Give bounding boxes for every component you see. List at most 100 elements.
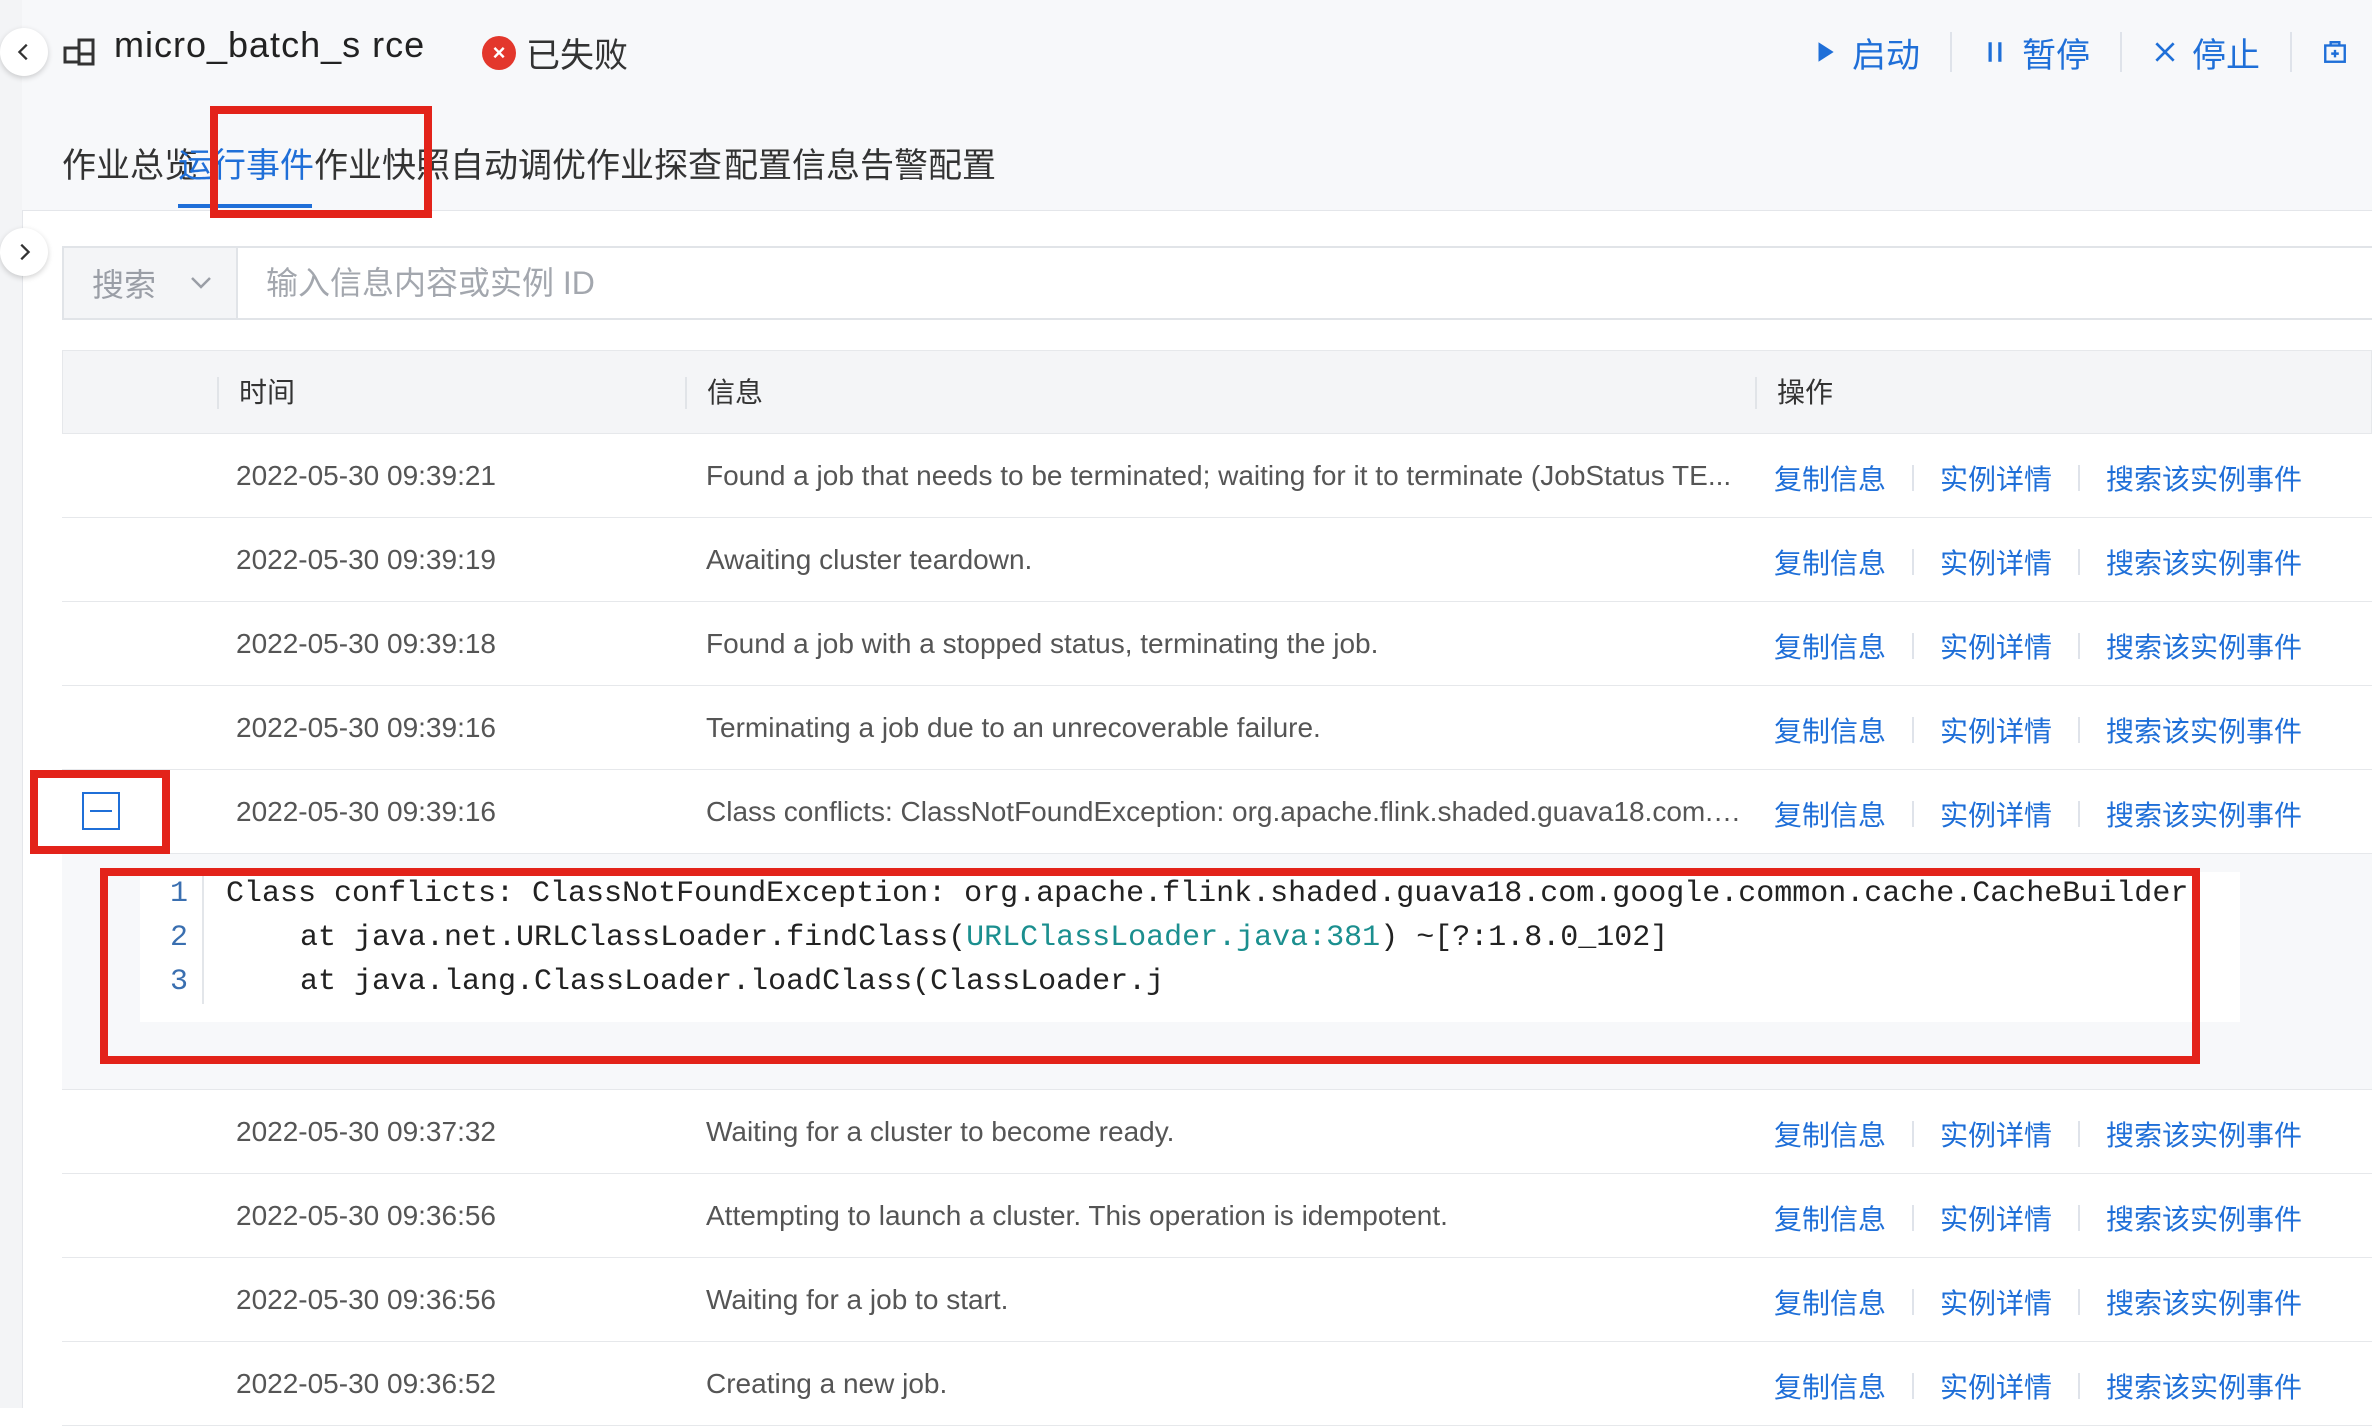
search-instance-events-link[interactable]: 搜索该实例事件 xyxy=(2106,1366,2302,1406)
search-instance-events-link[interactable]: 搜索该实例事件 xyxy=(2106,794,2302,834)
copy-info-link[interactable]: 复制信息 xyxy=(1774,542,1886,582)
copy-info-link[interactable]: 复制信息 xyxy=(1774,1198,1886,1238)
line-text-prefix: at java.net.URLClassLoader.findClass( xyxy=(300,921,967,955)
job-status: × 已失败 xyxy=(482,28,628,77)
table-row: 2022-05-30 09:39:21 Found a job that nee… xyxy=(62,434,2372,518)
search-instance-events-link[interactable]: 搜索该实例事件 xyxy=(2106,1114,2302,1154)
instance-details-link[interactable]: 实例详情 xyxy=(1940,1198,2052,1238)
line-text-suffix: ) ~[?:1.8.0_102] xyxy=(1380,921,1669,955)
copy-info-link[interactable]: 复制信息 xyxy=(1774,1114,1886,1154)
instance-details-link[interactable]: 实例详情 xyxy=(1940,1366,2052,1406)
export-button[interactable] xyxy=(2292,32,2372,72)
search-instance-events-link[interactable]: 搜索该实例事件 xyxy=(2106,1282,2302,1322)
event-info: Class conflicts: ClassNotFoundException:… xyxy=(706,796,1746,827)
tab-configuration[interactable]: 配置信息 xyxy=(724,138,860,187)
tab-auto-tuning[interactable]: 自动调优 xyxy=(450,138,586,187)
tab-run-events[interactable]: 运行事件 xyxy=(178,138,314,187)
minus-icon xyxy=(90,810,112,812)
stop-label: 停止 xyxy=(2192,36,2260,75)
table-row: 2022-05-30 09:39:18 Found a job with a s… xyxy=(62,602,2372,686)
search-instance-events-link[interactable]: 搜索该实例事件 xyxy=(2106,710,2302,750)
search-type-select[interactable]: 搜索 xyxy=(64,248,238,318)
event-info: Found a job with a stopped status, termi… xyxy=(706,628,1379,659)
events-table: 时间 信息 操作 2022-05-30 09:39:21 Found a job… xyxy=(62,350,2372,1426)
event-info: Terminating a job due to an unrecoverabl… xyxy=(706,712,1321,743)
instance-details-link[interactable]: 实例详情 xyxy=(1940,794,2052,834)
start-label: 启动 xyxy=(1852,36,1920,75)
event-time: 2022-05-30 09:39:21 xyxy=(236,460,496,491)
line-text: at java.lang.ClassLoader.loadClass(Class… xyxy=(300,965,1165,999)
back-button[interactable] xyxy=(0,28,48,76)
pause-icon xyxy=(1988,42,2002,62)
error-stack-trace: 1 Class conflicts: ClassNotFoundExceptio… xyxy=(140,872,2240,1022)
search-instance-events-link[interactable]: 搜索该实例事件 xyxy=(2106,458,2302,498)
search-instance-events-link[interactable]: 搜索该实例事件 xyxy=(2106,1198,2302,1238)
column-time: 时间 xyxy=(217,377,295,409)
line-number: 2 xyxy=(169,921,188,955)
row-operations: 复制信息 实例详情 搜索该实例事件 xyxy=(1774,542,2302,582)
status-text: 已失败 xyxy=(526,37,628,75)
copy-info-link[interactable]: 复制信息 xyxy=(1774,458,1886,498)
instance-details-link[interactable]: 实例详情 xyxy=(1940,626,2052,666)
collapse-row-button[interactable] xyxy=(82,792,120,830)
code-line: 3 at java.lang.ClassLoader.loadClass(Cla… xyxy=(140,960,2240,1004)
row-operations: 复制信息 实例详情 搜索该实例事件 xyxy=(1774,1198,2302,1238)
line-text: at java.net.URLClassLoader.findClass(URL… xyxy=(300,916,1668,960)
stop-button[interactable]: 停止 xyxy=(2122,32,2292,75)
failed-icon: × xyxy=(482,35,516,70)
event-time: 2022-05-30 09:39:19 xyxy=(236,544,496,575)
column-operations: 操作 xyxy=(1755,377,1833,409)
event-time: 2022-05-30 09:36:56 xyxy=(236,1200,496,1231)
chevron-down-icon xyxy=(191,277,211,289)
left-rail xyxy=(0,0,23,1408)
copy-info-link[interactable]: 复制信息 xyxy=(1774,794,1886,834)
event-detail-panel: 1 Class conflicts: ClassNotFoundExceptio… xyxy=(62,854,2372,1090)
row-operations: 复制信息 实例详情 搜索该实例事件 xyxy=(1774,794,2302,834)
line-number: 1 xyxy=(169,877,188,911)
row-operations: 复制信息 实例详情 搜索该实例事件 xyxy=(1774,626,2302,666)
search-type-label: 搜索 xyxy=(92,267,157,303)
row-operations: 复制信息 实例详情 搜索该实例事件 xyxy=(1774,1114,2302,1154)
event-info: Attempting to launch a cluster. This ope… xyxy=(706,1200,1448,1231)
expand-sidebar-button[interactable] xyxy=(0,228,48,276)
event-info: Creating a new job. xyxy=(706,1368,948,1399)
copy-info-link[interactable]: 复制信息 xyxy=(1774,1366,1886,1406)
tab-snapshots[interactable]: 作业快照 xyxy=(314,138,450,187)
tab-alert-config[interactable]: 告警配置 xyxy=(860,138,996,187)
table-row: 2022-05-30 09:37:32 Waiting for a cluste… xyxy=(62,1090,2372,1174)
copy-info-link[interactable]: 复制信息 xyxy=(1774,626,1886,666)
instance-details-link[interactable]: 实例详情 xyxy=(1940,1114,2052,1154)
search-input[interactable] xyxy=(240,248,2340,318)
event-info: Awaiting cluster teardown. xyxy=(706,544,1033,575)
job-icon xyxy=(63,38,95,66)
copy-info-link[interactable]: 复制信息 xyxy=(1774,1282,1886,1322)
table-row-expanded: 2022-05-30 09:39:16 Class conflicts: Cla… xyxy=(62,770,2372,854)
copy-info-link[interactable]: 复制信息 xyxy=(1774,710,1886,750)
pause-button[interactable]: 暂停 xyxy=(1952,32,2122,75)
tab-job-diagnosis[interactable]: 作业探查 xyxy=(586,138,722,187)
event-time: 2022-05-30 09:37:32 xyxy=(236,1116,496,1147)
instance-details-link[interactable]: 实例详情 xyxy=(1940,542,2052,582)
column-info: 信息 xyxy=(685,377,763,409)
event-time: 2022-05-30 09:39:16 xyxy=(236,712,496,743)
instance-details-link[interactable]: 实例详情 xyxy=(1940,710,2052,750)
pause-label: 暂停 xyxy=(2022,36,2090,75)
table-row: 2022-05-30 09:36:52 Creating a new job. … xyxy=(62,1342,2372,1426)
source-ref-link: URLClassLoader.java:381 xyxy=(966,921,1381,955)
event-time: 2022-05-30 09:39:18 xyxy=(236,628,496,659)
search-instance-events-link[interactable]: 搜索该实例事件 xyxy=(2106,626,2302,666)
row-operations: 复制信息 实例详情 搜索该实例事件 xyxy=(1774,458,2302,498)
row-operations: 复制信息 实例详情 搜索该实例事件 xyxy=(1774,1282,2302,1322)
search-instance-events-link[interactable]: 搜索该实例事件 xyxy=(2106,542,2302,582)
row-operations: 复制信息 实例详情 搜索该实例事件 xyxy=(1774,710,2302,750)
event-time: 2022-05-30 09:39:16 xyxy=(236,796,496,827)
tab-bar: 作业总览 运行事件 作业快照 自动调优 作业探查 配置信息 告警配置 xyxy=(22,104,2372,211)
start-button[interactable]: 启动 xyxy=(1782,32,1952,75)
table-header: 时间 信息 操作 xyxy=(62,350,2372,434)
event-time: 2022-05-30 09:36:56 xyxy=(236,1284,496,1315)
instance-details-link[interactable]: 实例详情 xyxy=(1940,458,2052,498)
export-icon xyxy=(2324,41,2346,63)
instance-details-link[interactable]: 实例详情 xyxy=(1940,1282,2052,1322)
line-text: Class conflicts: ClassNotFoundException:… xyxy=(226,877,2189,911)
job-header: micro_batch_s rce × 已失败 启动 暂停 停止 xyxy=(22,0,2372,104)
